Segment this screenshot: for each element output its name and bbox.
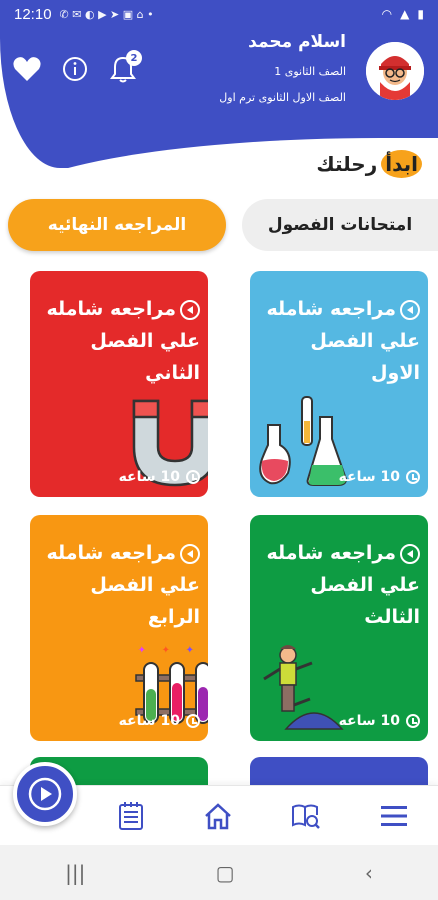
battery-icon: ▮ [417,7,424,21]
review-card-chapter-2[interactable]: مراجعه شامله علي الفصل الثاني 10 ساعه [30,271,208,497]
review-card-chapter-3[interactable]: مراجعه شامله علي الفصل الثالث 10 ساعه [250,515,428,741]
user-grade: الصف الثانوى 1 [274,65,346,78]
notes-icon[interactable] [113,798,149,834]
svg-text:✦: ✦ [162,645,170,656]
wifi-icon: ◠ [381,7,393,21]
recent-apps-icon[interactable]: ||| [65,861,85,885]
status-bar: 12:10 ✆ ✉ ◐ ▶ ➤ ▣ ⌂ • ◠ ▲ ▮ [0,0,438,28]
info-icon[interactable] [60,54,90,84]
clock-icon [186,714,200,728]
avatar[interactable] [366,42,424,100]
play-icon [180,543,200,564]
card-title: مراجعه شامله علي الفصل الثالث [266,542,420,628]
notification-icons: ✆ ✉ ◐ ▶ ➤ ▣ ⌂ • [59,7,154,21]
user-term: الصف الاول الثانوى ترم اول [219,91,346,104]
back-icon[interactable]: ‹ [365,861,373,885]
title-rest: رحلتك [316,152,378,176]
heart-icon[interactable] [12,54,42,84]
card-title: مراجعه شامله علي الفصل الاول [266,298,420,384]
tab-final-review[interactable]: المراجعه النهائيه [8,199,226,251]
search-book-icon[interactable] [288,798,324,834]
clock-icon [406,470,420,484]
section-title: ابدأ رحلتك [316,150,422,178]
tab-chapter-exams[interactable]: امتحانات الفصول [242,199,438,251]
svg-text:✦: ✦ [186,645,194,656]
play-icon [180,299,200,320]
card-title: مراجعه شامله علي الفصل الثاني [46,298,200,384]
system-navigation-bar: ||| ▢ ‹ [0,845,438,900]
system-status: ◠ ▲ ▮ [382,7,424,21]
play-icon [400,299,420,320]
play-button[interactable] [13,762,77,826]
card-title: مراجعه شامله علي الفصل الرابع [46,542,200,628]
home-icon[interactable] [200,798,236,834]
clock-icon [406,714,420,728]
review-card-chapter-4[interactable]: مراجعه شامله علي الفصل الرابع ✦ ✦ ✦ 10 س… [30,515,208,741]
duration: 10 ساعه [339,469,420,485]
bell-icon[interactable]: 2 [108,50,142,84]
duration: 10 ساعه [339,713,420,729]
home-button-icon[interactable]: ▢ [216,861,235,885]
clock-icon [186,470,200,484]
user-name: اسلام محمد [248,32,346,52]
duration: 10 ساعه [119,469,200,485]
status-time: 12:10 [14,5,52,23]
play-icon [28,777,62,811]
notification-badge: 2 [126,50,142,66]
duration: 10 ساعه [119,713,200,729]
signal-icon: ▲ [400,7,410,21]
play-icon [400,543,420,564]
title-highlight: ابدأ [381,150,422,178]
svg-text:✦: ✦ [138,645,146,656]
flasks-icon [258,395,348,491]
review-card-chapter-1[interactable]: مراجعه شامله علي الفصل الاول 10 ساعه [250,271,428,497]
balance-icon [258,639,348,735]
menu-icon[interactable] [376,798,412,834]
